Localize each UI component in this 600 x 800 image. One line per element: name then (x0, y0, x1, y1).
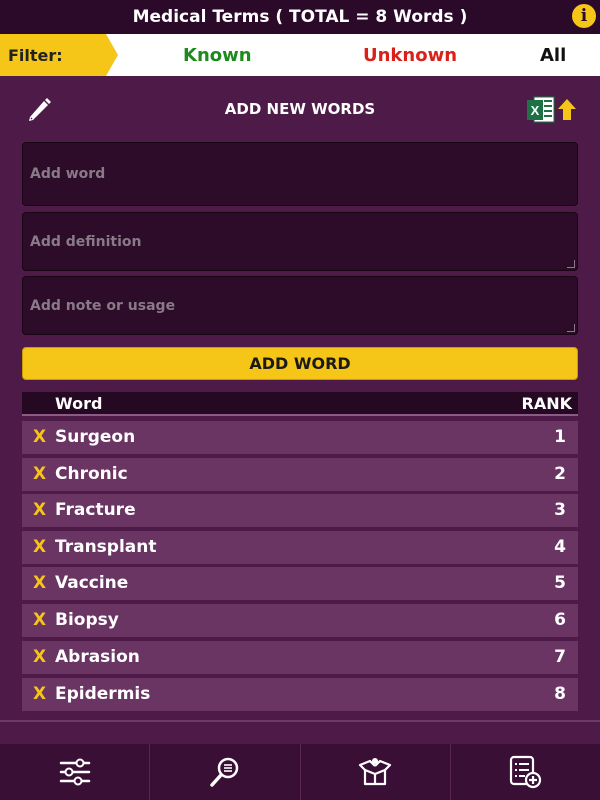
delete-word-button[interactable]: X (33, 647, 46, 667)
resize-grip-icon[interactable] (567, 324, 575, 332)
filter-bar: Filter: Known Unknown All (0, 34, 600, 76)
add-note-input[interactable]: Add note or usage (22, 276, 578, 335)
sliders-icon (59, 758, 90, 786)
row-rank: 6 (554, 610, 566, 630)
table-row[interactable]: X Fracture 3 (22, 494, 578, 527)
delete-word-button[interactable]: X (33, 537, 46, 557)
delete-word-button[interactable]: X (33, 610, 46, 630)
filter-all-button[interactable]: All (540, 34, 566, 76)
page-title: Medical Terms ( TOTAL = 8 Words ) (132, 7, 468, 27)
row-rank: 8 (554, 684, 566, 704)
row-rank: 4 (554, 537, 566, 557)
filter-label: Filter: (0, 34, 118, 76)
row-word: Vaccine (55, 573, 129, 593)
bottom-nav (0, 744, 600, 800)
info-icon[interactable]: i (572, 4, 596, 28)
divider (0, 720, 600, 722)
resize-grip-icon[interactable] (567, 260, 575, 268)
row-word: Biopsy (55, 610, 119, 630)
add-definition-placeholder: Add definition (30, 233, 142, 250)
table-header: Word RANK (22, 392, 578, 416)
add-section-title: ADD NEW WORDS (224, 100, 376, 118)
row-rank: 3 (554, 500, 566, 520)
table-row[interactable]: X Biopsy 6 (22, 604, 578, 637)
delete-word-button[interactable]: X (33, 427, 46, 447)
row-word: Abrasion (55, 647, 140, 667)
add-note-placeholder: Add note or usage (30, 297, 176, 314)
delete-word-button[interactable]: X (33, 684, 46, 704)
column-header-rank: RANK (521, 394, 573, 413)
excel-import-icon[interactable]: X (526, 96, 578, 124)
filter-unknown-button[interactable]: Unknown (363, 34, 457, 76)
delete-word-button[interactable]: X (33, 500, 46, 520)
add-word-placeholder: Add word (30, 166, 106, 182)
table-row[interactable]: X Chronic 2 (22, 458, 578, 491)
table-row[interactable]: X Abrasion 7 (22, 641, 578, 674)
row-word: Transplant (55, 537, 157, 557)
row-rank: 7 (554, 647, 566, 667)
row-word: Surgeon (55, 427, 136, 447)
row-rank: 5 (554, 573, 566, 593)
row-word: Epidermis (55, 684, 151, 704)
delete-word-button[interactable]: X (33, 573, 46, 593)
delete-word-button[interactable]: X (33, 464, 46, 484)
table-row[interactable]: X Epidermis 8 (22, 678, 578, 711)
open-box-icon (359, 758, 392, 786)
svg-text:X: X (531, 103, 540, 118)
tab-settings[interactable] (0, 744, 151, 800)
row-word: Chronic (55, 464, 128, 484)
table-row[interactable]: X Transplant 4 (22, 531, 578, 564)
tab-box[interactable] (301, 744, 451, 800)
search-list-icon (210, 757, 239, 787)
header-bar: Medical Terms ( TOTAL = 8 Words ) i (0, 0, 600, 34)
column-header-word: Word (55, 394, 103, 413)
row-rank: 1 (554, 427, 566, 447)
add-list-icon (510, 755, 542, 789)
tab-add-list[interactable] (451, 744, 600, 800)
add-word-input[interactable]: Add word (22, 142, 578, 206)
filter-known-button[interactable]: Known (183, 34, 252, 76)
table-row[interactable]: X Surgeon 1 (22, 421, 578, 454)
tab-search[interactable] (150, 744, 301, 800)
table-row[interactable]: X Vaccine 5 (22, 567, 578, 600)
row-rank: 2 (554, 464, 566, 484)
row-word: Fracture (55, 500, 136, 520)
add-word-button[interactable]: ADD WORD (22, 347, 578, 380)
add-definition-input[interactable]: Add definition (22, 212, 578, 271)
